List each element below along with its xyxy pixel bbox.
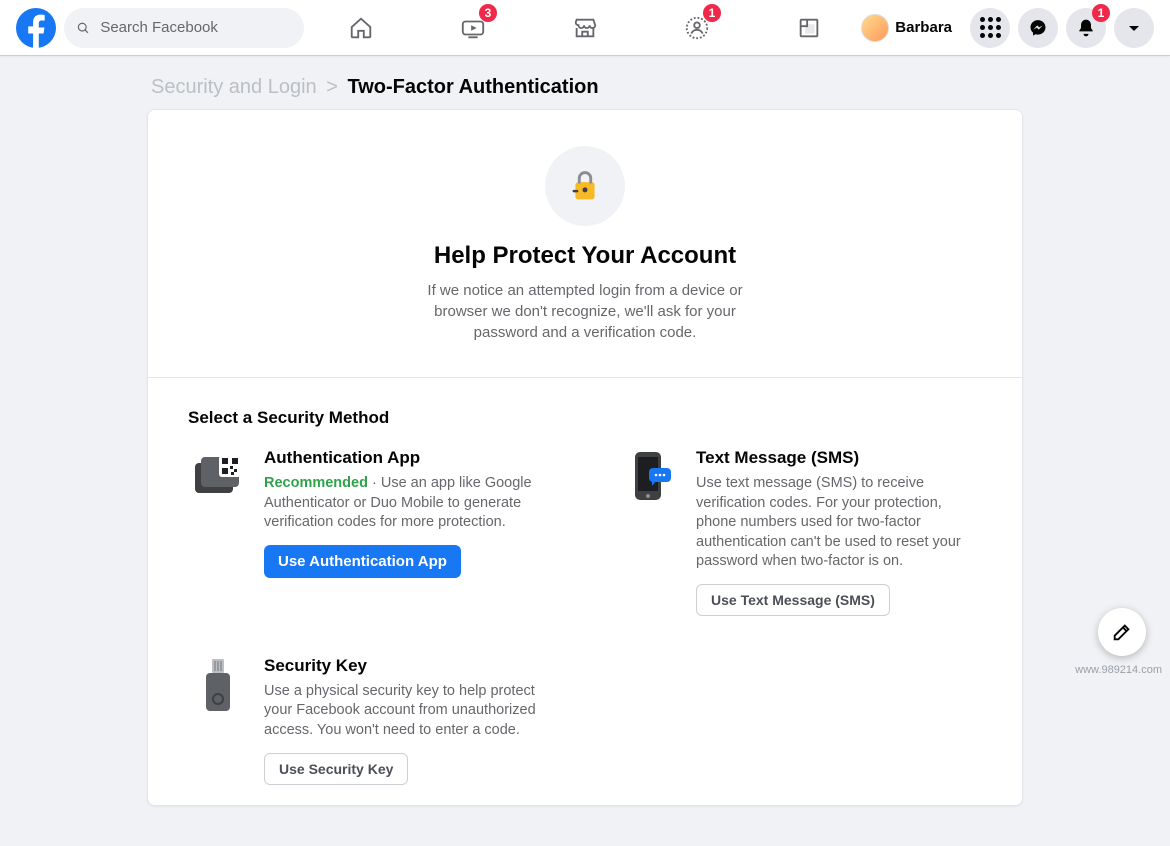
watermark: www.989214.com bbox=[1075, 664, 1162, 676]
sms-title: Text Message (SMS) bbox=[696, 448, 982, 468]
notifications-badge: 1 bbox=[1092, 4, 1110, 22]
hero-section: Help Protect Your Account If we notice a… bbox=[148, 110, 1022, 378]
nav-gaming[interactable] bbox=[757, 0, 861, 55]
gaming-icon bbox=[796, 15, 822, 41]
search-bar[interactable] bbox=[64, 8, 304, 48]
use-text-message-button[interactable]: Use Text Message (SMS) bbox=[696, 584, 890, 616]
account-dropdown-button[interactable] bbox=[1114, 8, 1154, 48]
chevron-down-icon bbox=[1124, 18, 1144, 38]
marketplace-icon bbox=[572, 15, 598, 41]
auth-app-icon bbox=[188, 448, 248, 508]
nav-watch[interactable]: 3 bbox=[421, 0, 525, 55]
security-key-title: Security Key bbox=[264, 656, 550, 676]
watch-badge: 3 bbox=[479, 4, 497, 22]
security-key-icon bbox=[188, 656, 248, 716]
lock-hero-icon bbox=[545, 146, 625, 226]
methods-section: Select a Security Method Authentication … bbox=[148, 378, 1022, 805]
profile-name: Barbara bbox=[895, 19, 952, 36]
use-security-key-button[interactable]: Use Security Key bbox=[264, 753, 408, 785]
avatar bbox=[861, 14, 889, 42]
breadcrumb-separator: > bbox=[326, 76, 338, 98]
breadcrumb: Security and Login > Two-Factor Authenti… bbox=[151, 76, 1023, 99]
auth-app-desc: Recommended · Use an app like Google Aut… bbox=[264, 474, 550, 533]
top-right: Barbara 1 bbox=[857, 8, 1154, 48]
facebook-logo[interactable] bbox=[16, 8, 56, 48]
search-icon bbox=[76, 20, 90, 36]
messenger-button[interactable] bbox=[1018, 8, 1058, 48]
methods-grid: Authentication App Recommended · Use an … bbox=[188, 448, 982, 785]
hero-subtitle: If we notice an attempted login from a d… bbox=[425, 280, 745, 343]
top-bar: 3 1 Barbara 1 bbox=[0, 0, 1170, 56]
bell-icon bbox=[1076, 18, 1096, 38]
sms-desc: Use text message (SMS) to receive verifi… bbox=[696, 474, 982, 572]
breadcrumb-current: Two-Factor Authentication bbox=[347, 76, 598, 98]
friends-badge: 1 bbox=[703, 4, 721, 22]
security-key-desc: Use a physical security key to help prot… bbox=[264, 682, 550, 741]
nav-friends[interactable]: 1 bbox=[645, 0, 749, 55]
breadcrumb-parent[interactable]: Security and Login bbox=[151, 76, 317, 98]
auth-app-title: Authentication App bbox=[264, 448, 550, 468]
compose-fab[interactable] bbox=[1098, 608, 1146, 656]
two-factor-card: Help Protect Your Account If we notice a… bbox=[147, 109, 1023, 806]
profile-chip[interactable]: Barbara bbox=[857, 10, 962, 46]
method-sms: Text Message (SMS) Use text message (SMS… bbox=[620, 448, 982, 616]
nav-marketplace[interactable] bbox=[533, 0, 637, 55]
recommended-label: Recommended bbox=[264, 475, 368, 491]
sms-icon bbox=[620, 448, 680, 508]
page-content: Security and Login > Two-Factor Authenti… bbox=[147, 56, 1023, 846]
messenger-icon bbox=[1028, 18, 1048, 38]
compose-icon bbox=[1111, 621, 1133, 643]
method-authentication-app: Authentication App Recommended · Use an … bbox=[188, 448, 550, 616]
menu-icon bbox=[980, 17, 1001, 38]
top-nav: 3 1 bbox=[309, 0, 861, 55]
hero-title: Help Protect Your Account bbox=[172, 242, 998, 270]
home-icon bbox=[348, 15, 374, 41]
nav-home[interactable] bbox=[309, 0, 413, 55]
top-left bbox=[16, 8, 316, 48]
methods-heading: Select a Security Method bbox=[188, 408, 982, 428]
search-input[interactable] bbox=[98, 18, 292, 37]
notifications-button[interactable]: 1 bbox=[1066, 8, 1106, 48]
use-authentication-app-button[interactable]: Use Authentication App bbox=[264, 545, 461, 578]
menu-button[interactable] bbox=[970, 8, 1010, 48]
method-security-key: Security Key Use a physical security key… bbox=[188, 656, 550, 785]
